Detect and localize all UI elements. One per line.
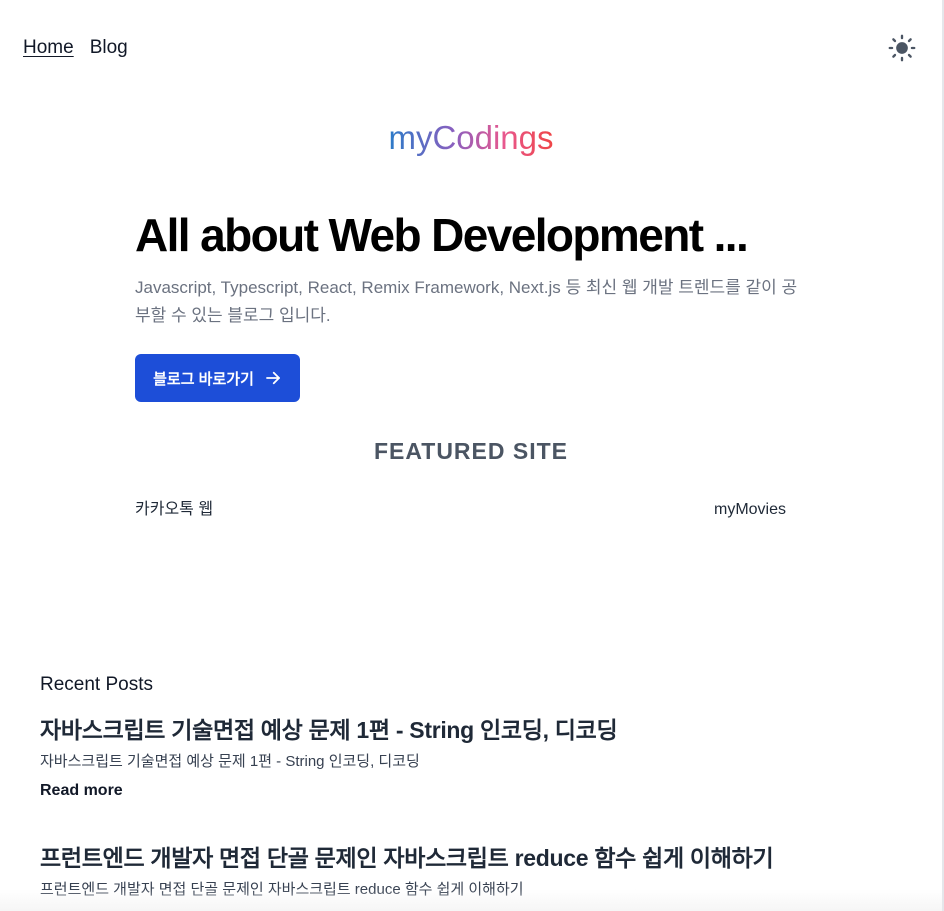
featured-site-heading: FEATURED SITE (373, 438, 569, 464)
nav-blog-link[interactable]: Blog (90, 36, 128, 60)
recent-posts-heading: Recent Posts (40, 674, 153, 695)
hero-description: Javascript, Typescript, React, Remix Fra… (135, 278, 798, 325)
post-title[interactable]: 프런트엔드 개발자 면접 단골 문제인 자바스크립트 reduce 함수 쉽게 … (40, 842, 920, 874)
post-excerpt: 프런트엔드 개발자 면접 단골 문제인 자바스크립트 reduce 함수 쉽게 … (40, 881, 524, 898)
go-to-blog-label: 블로그 바로가기 (153, 370, 254, 388)
nav-home-link[interactable]: Home (23, 36, 74, 60)
hero-title: All about Web Development ... (135, 209, 749, 261)
post-card: 프런트엔드 개발자 면접 단골 문제인 자바스크립트 reduce 함수 쉽게 … (40, 842, 920, 902)
theme-toggle-button[interactable] (887, 33, 917, 63)
post-card: 자바스크립트 기술면접 예상 문제 1편 - String 인코딩, 디코딩 자… (40, 714, 920, 802)
page: Home Blog myCodings All about Web Develo… (0, 0, 944, 911)
post-excerpt: 자바스크립트 기술면접 예상 문제 1편 - String 인코딩, 디코딩 (40, 753, 420, 770)
featured-site-mymovies[interactable]: myMovies (714, 499, 786, 521)
top-nav: Home Blog (23, 36, 128, 60)
featured-site-kakaotalk-web[interactable]: 카카오톡 웹 (135, 499, 213, 521)
go-to-blog-button[interactable]: 블로그 바로가기 (135, 354, 300, 402)
post-title[interactable]: 자바스크립트 기술면접 예상 문제 1편 - String 인코딩, 디코딩 (40, 714, 920, 746)
arrow-right-icon (265, 371, 280, 385)
brand-name: myCodings (388, 119, 554, 156)
brand-logo: myCodings (0, 116, 942, 160)
sun-icon (888, 34, 916, 62)
read-more-link[interactable]: Read more (40, 780, 123, 802)
